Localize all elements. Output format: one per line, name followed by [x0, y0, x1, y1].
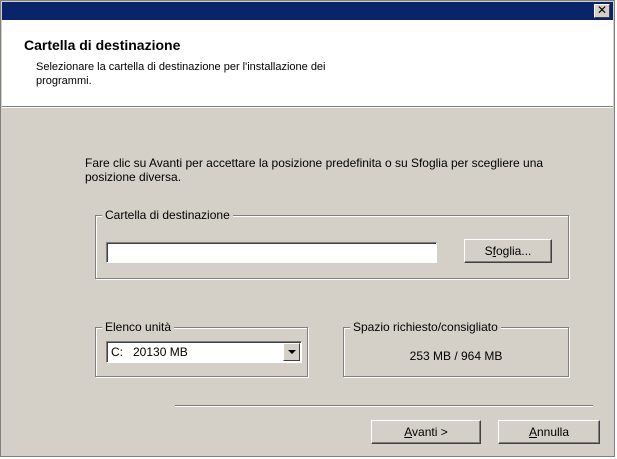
space-required-legend: Spazio richiesto/consigliato: [350, 320, 501, 334]
space-required-group: Spazio richiesto/consigliato 253 MB / 96…: [343, 320, 569, 377]
destination-path-input[interactable]: [106, 242, 437, 263]
browse-label-end: oglia...: [496, 244, 532, 258]
next-label: vanti >: [412, 425, 448, 439]
space-required-value: 253 MB / 964 MB: [409, 349, 503, 363]
cancel-button[interactable]: Annulla: [498, 420, 600, 444]
next-button[interactable]: Avanti >: [371, 420, 481, 444]
close-icon: ✕: [596, 3, 608, 17]
header-divider: [2, 107, 613, 108]
page-subtitle: Selezionare la cartella di destinazione …: [36, 61, 326, 87]
title-bar: ✕: [2, 2, 613, 20]
drive-select-value: C: 20130 MB: [111, 345, 188, 359]
dropdown-arrow-icon[interactable]: [283, 343, 300, 361]
destination-folder-legend: Cartella di destinazione: [102, 208, 233, 222]
drive-list-group: Elenco unità C: 20130 MB: [95, 320, 308, 377]
destination-folder-group: Cartella di destinazione Sfoglia...: [95, 208, 569, 279]
drive-list-legend: Elenco unità: [102, 320, 175, 334]
intro-text: Fare clic su Avanti per accettare la pos…: [85, 156, 544, 184]
drive-select[interactable]: C: 20130 MB: [106, 341, 302, 363]
installer-dialog: ✕ Cartella di destinazione Selezionare l…: [0, 0, 615, 457]
close-button[interactable]: ✕: [594, 4, 610, 18]
footer-divider: [175, 405, 593, 407]
page-title: Cartella di destinazione: [24, 37, 181, 53]
browse-label-start: S: [484, 244, 493, 258]
browse-button[interactable]: Sfoglia...: [464, 239, 552, 263]
next-label-mnemonic: A: [404, 425, 413, 439]
cancel-label: nnulla: [536, 425, 570, 439]
header-panel: Cartella di destinazione Selezionare la …: [2, 20, 613, 107]
cancel-label-mnemonic: A: [528, 425, 537, 439]
